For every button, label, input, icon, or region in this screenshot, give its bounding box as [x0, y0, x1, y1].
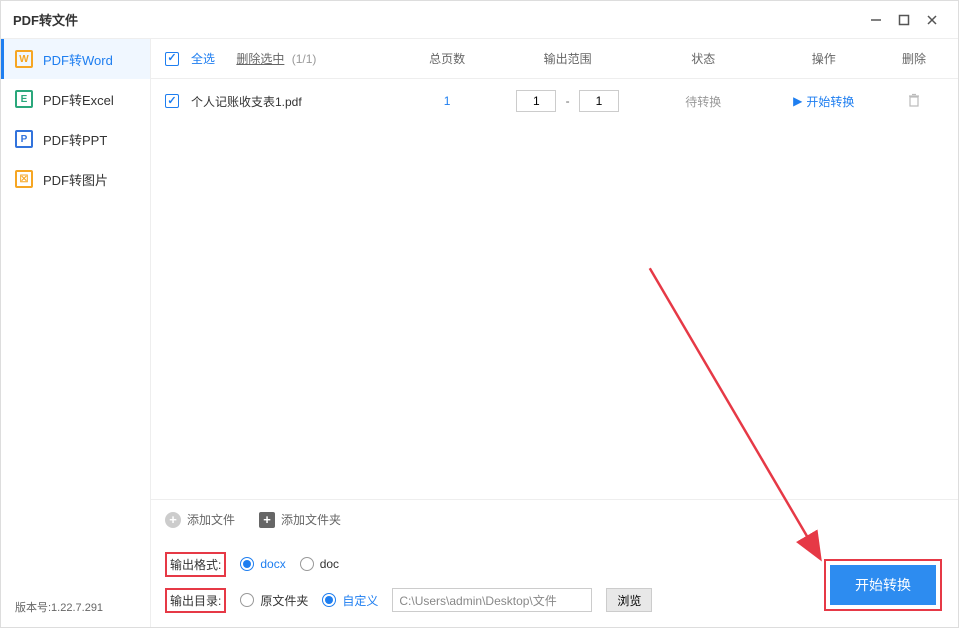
header-status: 状态 [643, 50, 764, 67]
delete-selected-link[interactable]: 删除选中 [236, 52, 284, 66]
start-convert-button[interactable]: 开始转换 [830, 565, 936, 605]
range-to-input[interactable] [579, 90, 619, 112]
original-text: 原文件夹 [260, 592, 308, 609]
table-header: 全选 删除选中 (1/1) 总页数 输出范围 状态 操作 删除 [151, 39, 958, 79]
dir-original-option[interactable]: 原文件夹 [240, 592, 308, 609]
output-format-label: 输出格式: [165, 552, 226, 577]
browse-button[interactable]: 浏览 [606, 588, 652, 612]
bottom-panel: 输出格式: docx doc 输出目录: [151, 539, 958, 627]
sidebar-item-pdf-to-image[interactable]: ☒ PDF转图片 [1, 159, 150, 199]
sidebar-item-pdf-to-word[interactable]: W PDF转Word [1, 39, 150, 79]
sidebar-item-label: PDF转PPT [43, 130, 107, 149]
titlebar: PDF转文件 [1, 1, 958, 39]
radio-icon [322, 593, 336, 607]
file-pages: 1 [402, 94, 492, 108]
ppt-icon: P [15, 130, 33, 148]
plus-circle-icon: + [165, 512, 181, 528]
delete-icon[interactable] [907, 96, 921, 110]
start-label: 开始转换 [806, 93, 854, 110]
add-folder-label: 添加文件夹 [281, 511, 341, 528]
header-operation: 操作 [763, 50, 884, 67]
word-icon: W [15, 50, 33, 68]
add-file-label: 添加文件 [187, 511, 235, 528]
maximize-button[interactable] [890, 6, 918, 34]
range-from-input[interactable] [516, 90, 556, 112]
minimize-button[interactable] [862, 6, 890, 34]
start-button-highlight: 开始转换 [824, 559, 942, 611]
file-list: 个人记账收支表1.pdf 1 - 待转换 ▶ 开始转换 [151, 79, 958, 499]
row-checkbox[interactable] [165, 94, 179, 108]
select-all-link[interactable]: 全选 [191, 52, 215, 66]
output-dir-label: 输出目录: [165, 588, 226, 613]
row-start-convert-button[interactable]: ▶ 开始转换 [793, 93, 854, 110]
header-delete: 删除 [884, 50, 944, 67]
add-file-button[interactable]: + 添加文件 [165, 511, 235, 528]
sidebar: W PDF转Word E PDF转Excel P PDF转PPT ☒ PDF转图… [1, 39, 151, 627]
image-icon: ☒ [15, 170, 33, 188]
custom-text: 自定义 [342, 592, 378, 609]
format-docx-option[interactable]: docx [240, 557, 285, 571]
selection-count: (1/1) [292, 52, 317, 66]
content-area: 全选 删除选中 (1/1) 总页数 输出范围 状态 操作 删除 个人记账收支表1… [151, 39, 958, 627]
sidebar-item-label: PDF转Excel [43, 90, 114, 109]
plus-square-icon: + [259, 512, 275, 528]
docx-text: docx [260, 557, 285, 571]
sidebar-item-label: PDF转图片 [43, 170, 108, 189]
output-path-input[interactable] [392, 588, 592, 612]
range-cell: - [492, 90, 643, 112]
play-icon: ▶ [793, 94, 802, 108]
sidebar-item-pdf-to-excel[interactable]: E PDF转Excel [1, 79, 150, 119]
radio-icon [240, 593, 254, 607]
close-button[interactable] [918, 6, 946, 34]
excel-icon: E [15, 90, 33, 108]
header-pages: 总页数 [402, 50, 492, 67]
add-bar: + 添加文件 + 添加文件夹 [151, 499, 958, 539]
window-title: PDF转文件 [13, 10, 862, 29]
radio-icon [240, 557, 254, 571]
add-folder-button[interactable]: + 添加文件夹 [259, 511, 341, 528]
range-separator: - [566, 94, 570, 108]
dir-custom-option[interactable]: 自定义 [322, 592, 378, 609]
sidebar-item-label: PDF转Word [43, 50, 113, 69]
version-label: 版本号:1.22.7.291 [1, 589, 150, 627]
sidebar-item-pdf-to-ppt[interactable]: P PDF转PPT [1, 119, 150, 159]
header-range: 输出范围 [492, 50, 643, 67]
file-status: 待转换 [643, 93, 764, 110]
table-row: 个人记账收支表1.pdf 1 - 待转换 ▶ 开始转换 [151, 79, 958, 123]
radio-icon [300, 557, 314, 571]
file-name: 个人记账收支表1.pdf [191, 93, 402, 110]
select-all-checkbox[interactable] [165, 52, 179, 66]
format-doc-option[interactable]: doc [300, 557, 339, 571]
options-group: 输出格式: docx doc 输出目录: [165, 551, 652, 613]
doc-text: doc [320, 557, 339, 571]
